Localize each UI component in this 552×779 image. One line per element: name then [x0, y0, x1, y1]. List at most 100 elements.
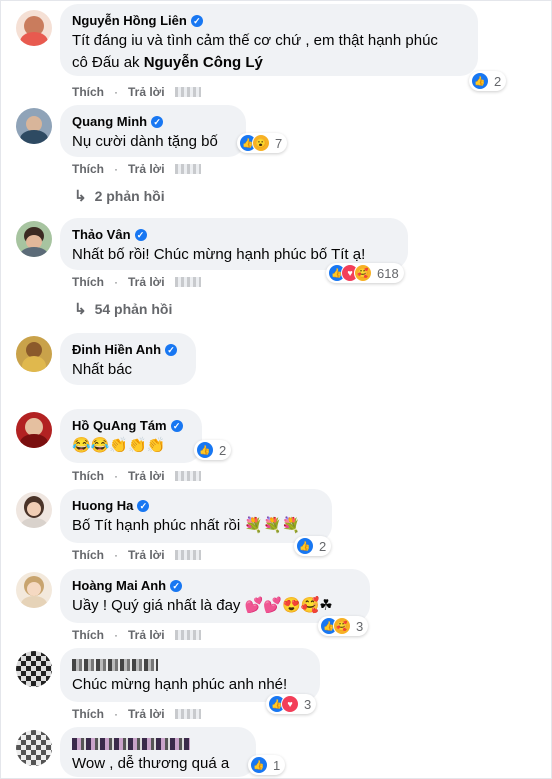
- love-icon: ♥: [281, 695, 299, 713]
- reactions-summary[interactable]: 👍 2: [194, 440, 232, 460]
- reactions-summary[interactable]: 👍 ♥ 3: [266, 694, 317, 714]
- timestamp-blurred: [174, 471, 201, 481]
- reactions-summary[interactable]: 👍 🥰 3: [318, 616, 369, 636]
- comment-text: Wow , dễ thương quá a: [72, 755, 230, 772]
- comment-bubble: Quang Minh ✓ Nụ cười dành tặng bố: [60, 105, 246, 157]
- like-button[interactable]: Thích: [72, 85, 104, 99]
- comment-text: 😂😂👏👏👏: [72, 437, 166, 454]
- verified-icon: ✓: [190, 14, 203, 27]
- comment-bubble: Hồ QuAng Tám ✓ 😂😂👏👏👏: [60, 409, 202, 463]
- reaction-count: 2: [319, 538, 327, 554]
- comment-text: Tít đáng iu và tình cảm thế cơ chứ , em …: [72, 32, 438, 49]
- reply-button[interactable]: Trả lời: [128, 275, 165, 289]
- blurred-name: [72, 658, 158, 671]
- reply-arrow-icon: ↳: [74, 301, 87, 318]
- avatar[interactable]: [16, 10, 52, 46]
- commenter-name-blurred[interactable]: [72, 735, 244, 752]
- verified-icon: ✓: [151, 115, 164, 128]
- comment-text: Chúc mừng hạnh phúc anh nhé!: [72, 676, 288, 693]
- comment-actions: Thích · Trả lời: [72, 84, 201, 100]
- reply-button[interactable]: Trả lời: [128, 548, 165, 562]
- avatar[interactable]: [16, 221, 52, 257]
- reaction-count: 1: [273, 757, 281, 773]
- reply-button[interactable]: Trả lời: [128, 85, 165, 99]
- reply-button[interactable]: Trả lời: [128, 628, 165, 642]
- avatar[interactable]: [16, 492, 52, 528]
- wow-icon: 😮: [252, 134, 270, 152]
- like-button[interactable]: Thích: [72, 628, 104, 642]
- like-icon: 👍: [250, 756, 268, 774]
- comment-actions: Thích · Trả lời: [72, 706, 201, 722]
- avatar[interactable]: [16, 336, 52, 372]
- comment-text: Bố Tít hạnh phúc nhất rồi 💐💐💐: [72, 517, 301, 534]
- comment-bubble: Huong Ha ✓ Bố Tít hạnh phúc nhất rồi 💐💐💐: [60, 489, 332, 543]
- verified-icon: ✓: [134, 228, 147, 241]
- comment-actions: Thích · Trả lời: [72, 627, 201, 643]
- commenter-name-blurred[interactable]: [72, 656, 308, 673]
- avatar[interactable]: [16, 108, 52, 144]
- commenter-name[interactable]: Đinh Hiền Anh ✓: [72, 341, 184, 358]
- avatar[interactable]: [16, 572, 52, 608]
- commenter-name[interactable]: Thảo Vân ✓: [72, 226, 396, 243]
- commenter-name[interactable]: Nguyễn Hồng Liên ✓: [72, 12, 466, 29]
- like-button[interactable]: Thích: [72, 469, 104, 483]
- timestamp-blurred: [174, 630, 201, 640]
- avatar[interactable]: [16, 651, 52, 687]
- like-button[interactable]: Thích: [72, 707, 104, 721]
- timestamp-blurred: [174, 550, 201, 560]
- comment-bubble: Đinh Hiền Anh ✓ Nhất bác: [60, 333, 196, 385]
- reply-button[interactable]: Trả lời: [128, 707, 165, 721]
- verified-icon: ✓: [165, 343, 178, 356]
- timestamp-blurred: [174, 709, 201, 719]
- care-icon: 🥰: [333, 617, 351, 635]
- blurred-name: [72, 737, 190, 750]
- reactions-summary[interactable]: 👍 ♥ 🥰 618: [326, 263, 404, 283]
- comment-bubble: Nguyễn Hồng Liên ✓ Tít đáng iu và tình cả…: [60, 4, 478, 76]
- reaction-count: 2: [494, 73, 502, 89]
- avatar[interactable]: [16, 412, 52, 448]
- view-replies-link[interactable]: ↳ 2 phản hồi: [74, 187, 165, 205]
- reaction-count: 7: [275, 135, 283, 151]
- reaction-count: 618: [377, 265, 399, 281]
- timestamp-blurred: [174, 164, 201, 174]
- like-icon: 👍: [196, 441, 214, 459]
- commenter-name[interactable]: Hồ QuAng Tám ✓: [72, 417, 190, 434]
- comment-actions: Thích · Trả lời: [72, 468, 201, 484]
- verified-icon: ✓: [137, 499, 150, 512]
- commenter-name[interactable]: Huong Ha ✓: [72, 497, 320, 514]
- like-button[interactable]: Thích: [72, 548, 104, 562]
- reply-button[interactable]: Trả lời: [128, 162, 165, 176]
- comment-bubble: Wow , dễ thương quá a: [60, 727, 256, 777]
- timestamp-blurred: [174, 87, 201, 97]
- like-button[interactable]: Thích: [72, 275, 104, 289]
- reaction-count: 3: [356, 618, 364, 634]
- reply-button[interactable]: Trả lời: [128, 469, 165, 483]
- reaction-count: 2: [219, 442, 227, 458]
- commenter-name[interactable]: Hoàng Mai Anh ✓: [72, 577, 358, 594]
- verified-icon: ✓: [170, 419, 183, 432]
- reactions-summary[interactable]: 👍 2: [294, 536, 332, 556]
- care-icon: 🥰: [354, 264, 372, 282]
- like-button[interactable]: Thích: [72, 162, 104, 176]
- avatar[interactable]: [16, 730, 52, 766]
- verified-icon: ✓: [170, 579, 183, 592]
- comment-text: Nhất bác: [72, 361, 133, 378]
- comment-text-line2: cô Đấu ak Nguyễn Công Lý: [72, 54, 263, 71]
- comment-text: Nụ cười dành tặng bố: [72, 133, 218, 150]
- comment-actions: Thích · Trả lời: [72, 274, 201, 290]
- view-replies-link[interactable]: ↳ 54 phản hồi: [74, 300, 172, 318]
- comment-actions: Thích · Trả lời: [72, 161, 201, 177]
- comment-bubble: Hoàng Mai Anh ✓ Uầy ! Quý giá nhất là đay…: [60, 569, 370, 623]
- reaction-count: 3: [304, 696, 312, 712]
- like-icon: 👍: [471, 72, 489, 90]
- reply-arrow-icon: ↳: [74, 188, 87, 205]
- reactions-summary[interactable]: 👍 😮 7: [237, 133, 288, 153]
- reactions-summary[interactable]: 👍 1: [248, 755, 286, 775]
- timestamp-blurred: [174, 277, 201, 287]
- comment-actions: Thích · Trả lời: [72, 547, 201, 563]
- comment-text: Uầy ! Quý giá nhất là đay 💕💕😍🥰☘: [72, 597, 333, 614]
- mention-link[interactable]: Nguyễn Công Lý: [144, 54, 263, 71]
- commenter-name[interactable]: Quang Minh ✓: [72, 113, 234, 130]
- reactions-summary[interactable]: 👍 2: [469, 71, 507, 91]
- like-icon: 👍: [296, 537, 314, 555]
